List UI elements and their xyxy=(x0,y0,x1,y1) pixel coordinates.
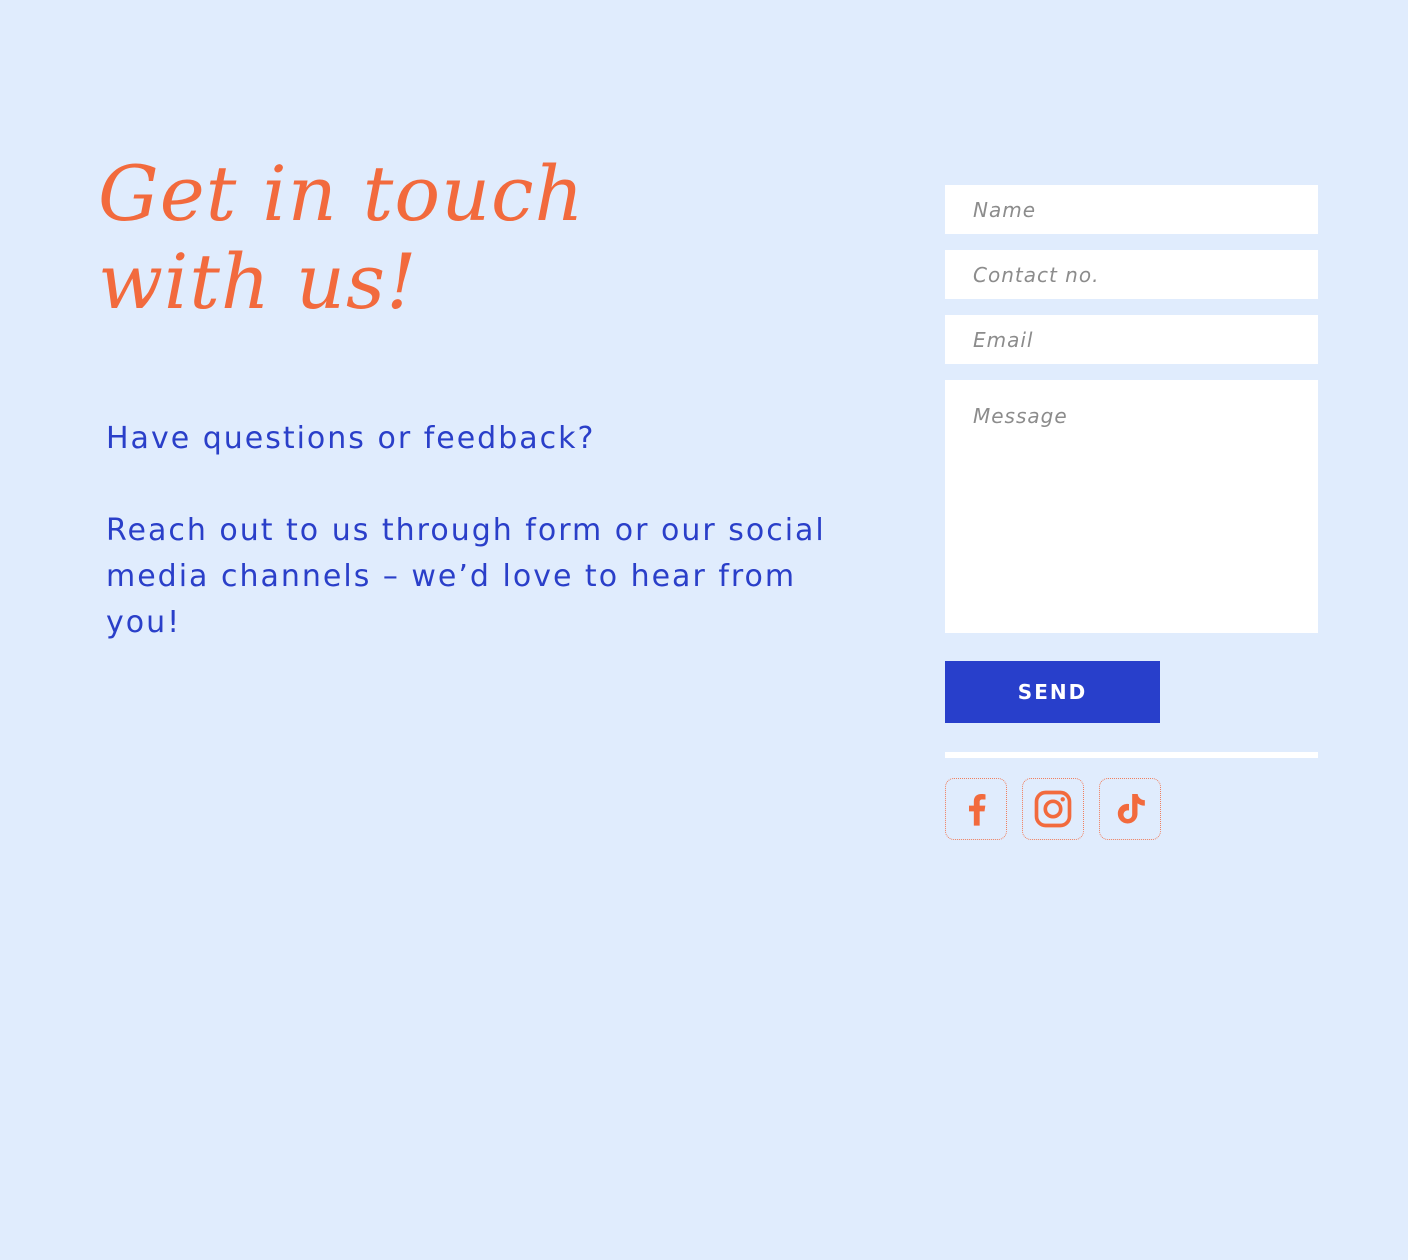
facebook-link[interactable] xyxy=(945,778,1007,840)
email-input[interactable] xyxy=(945,315,1318,364)
tiktok-icon xyxy=(1117,794,1145,824)
tiktok-link[interactable] xyxy=(1099,778,1161,840)
contact-form: SEND xyxy=(945,185,1318,840)
instagram-icon xyxy=(1034,790,1072,828)
send-button[interactable]: SEND xyxy=(945,661,1160,723)
intro-spacer xyxy=(106,462,826,508)
intro-body: Reach out to us through form or our soci… xyxy=(106,513,826,640)
intro-text: Have questions or feedback? Reach out to… xyxy=(106,416,826,646)
intro-question: Have questions or feedback? xyxy=(106,421,596,456)
divider xyxy=(945,752,1318,758)
heading-line-2: with us! xyxy=(98,237,418,326)
social-links xyxy=(945,778,1318,840)
contact-number-input[interactable] xyxy=(945,250,1318,299)
name-input[interactable] xyxy=(945,185,1318,234)
message-textarea[interactable] xyxy=(945,380,1318,633)
page-heading: Get in touch with us! xyxy=(98,150,585,326)
instagram-link[interactable] xyxy=(1022,778,1084,840)
heading-line-1: Get in touch xyxy=(98,149,585,238)
facebook-icon xyxy=(969,794,986,826)
